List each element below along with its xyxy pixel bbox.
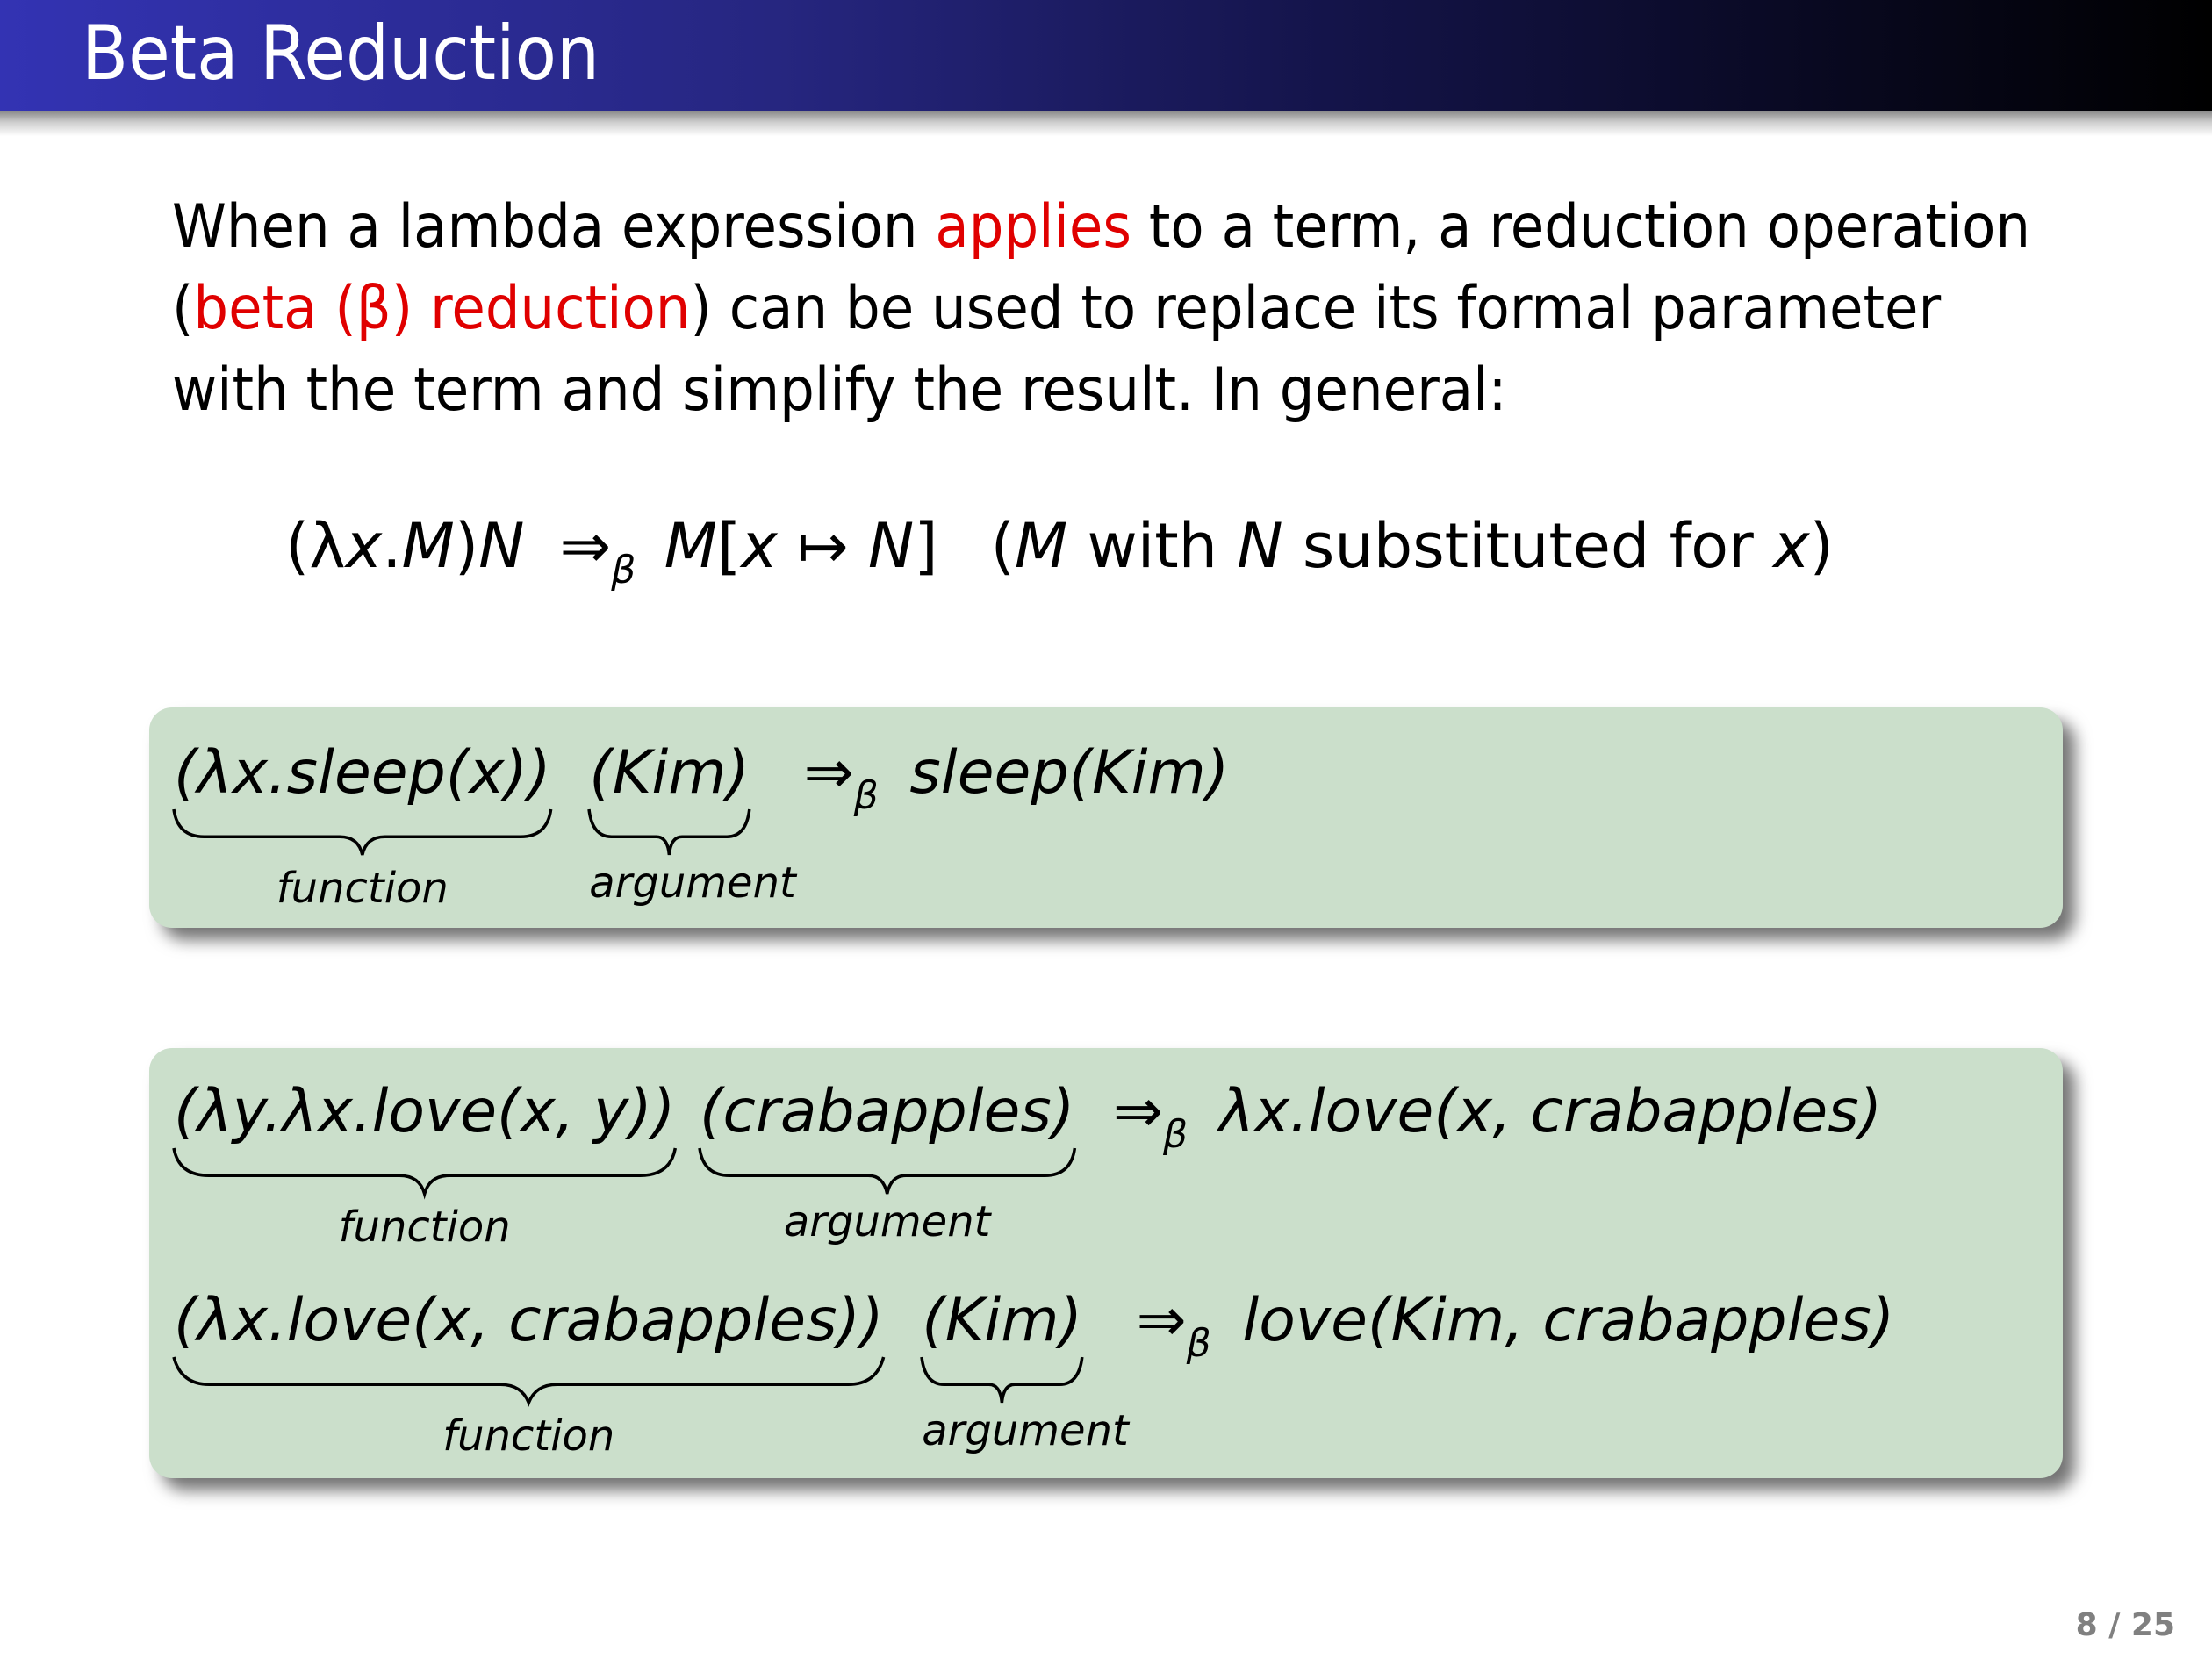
beta-arrow-icon: ⇒β <box>1136 1286 1211 1366</box>
argument-group: (Kim) argument <box>922 1282 1129 1455</box>
highlight-applies: applies <box>935 192 1132 262</box>
function-expression: (λx.sleep(x)) <box>174 738 551 808</box>
function-expression: (λx.love(x, crabapples)) <box>174 1286 884 1355</box>
function-label: function <box>338 1203 511 1252</box>
formula-part: ] <box>914 510 938 582</box>
function-label: function <box>276 864 449 913</box>
beta-subscript: β <box>611 548 636 592</box>
formula-gloss: ) <box>1809 510 1834 582</box>
formula-var: M <box>401 510 455 582</box>
intro-text: ( <box>172 274 194 343</box>
formula-var: M <box>664 510 717 582</box>
intro-line-1: When a lambda expression applies to a te… <box>172 186 2030 268</box>
function-label: function <box>442 1411 615 1461</box>
formula-var: M <box>1014 510 1068 582</box>
intro-paragraph: When a lambda expression applies to a te… <box>172 186 2086 431</box>
arrow-glyph: ⇒ <box>1136 1286 1187 1355</box>
example-box-sleep: (λx.sleep(x)) function (Kim) argument ⇒β s… <box>149 707 2063 928</box>
underbrace-icon <box>174 809 551 855</box>
beta-arrow-icon: ⇒β <box>803 738 879 818</box>
argument-expression: (Kim) <box>922 1286 1083 1355</box>
arrow-glyph: ⇒ <box>803 738 854 808</box>
underbrace-icon <box>922 1357 1082 1403</box>
example-step: (λy.λx.love(x, y)) function (crabapples) a… <box>174 1073 1883 1252</box>
function-expression: (λy.λx.love(x, y)) <box>174 1077 676 1146</box>
underbrace-icon <box>589 809 750 855</box>
formula-var: x <box>741 510 778 582</box>
formula-var: x <box>345 510 383 582</box>
formula-part: ) <box>454 510 479 582</box>
formula-gloss: ( <box>990 510 1015 582</box>
slide-title: Beta Reduction <box>82 10 600 97</box>
result-expression: love(Kim, crabapples) <box>1242 1286 1895 1355</box>
function-group: (λx.sleep(x)) function <box>174 734 551 913</box>
argument-group: (Kim) argument <box>589 734 796 908</box>
argument-label: argument <box>589 858 796 908</box>
example-box-love: (λy.λx.love(x, y)) function (crabapples) a… <box>149 1048 2063 1478</box>
formula-var: N <box>478 510 525 582</box>
argument-label: argument <box>783 1197 991 1246</box>
argument-expression: (crabapples) <box>699 1077 1075 1146</box>
intro-line-2: (beta (β) reduction) can be used to repl… <box>172 268 1941 349</box>
formula-gloss: substituted for <box>1282 510 1774 582</box>
title-bar: Beta Reduction <box>0 0 2212 111</box>
result-expression: λx.love(x, crabapples) <box>1218 1077 1883 1146</box>
example-step: (λx.sleep(x)) function (Kim) argument ⇒β s… <box>174 734 1230 913</box>
formula-var: x <box>1773 510 1810 582</box>
formula-part: . <box>382 510 402 582</box>
formula-part: (λ <box>285 510 346 582</box>
formula-part: [ <box>716 510 742 582</box>
underbrace-icon <box>174 1148 675 1194</box>
beta-subscript: β <box>853 773 879 818</box>
underbrace-icon <box>174 1357 884 1403</box>
formula-var: N <box>867 510 915 582</box>
underbrace-icon <box>700 1148 1074 1194</box>
beta-arrow-icon: ⇒β <box>559 510 636 592</box>
arrow-glyph: ⇒ <box>1112 1077 1163 1146</box>
page-counter: 8 / 25 <box>2075 1607 2175 1643</box>
intro-text: to a term, a reduction operation <box>1131 192 2031 262</box>
formula-var: N <box>1237 510 1283 582</box>
function-group: (λx.love(x, crabapples)) function <box>174 1282 884 1461</box>
maps-to-icon: ↦ <box>777 510 868 582</box>
result-expression: sleep(Kim) <box>909 738 1230 808</box>
example-step: (λx.love(x, crabapples)) function (Kim) ar… <box>174 1282 1895 1461</box>
formula-gloss: with <box>1067 510 1238 582</box>
intro-line-3: with the term and simplify the result. I… <box>172 356 1507 425</box>
function-group: (λy.λx.love(x, y)) function <box>174 1073 676 1252</box>
argument-group: (crabapples) argument <box>699 1073 1075 1246</box>
beta-subscript: β <box>1162 1112 1189 1157</box>
general-formula: (λx.M)N ⇒β M[x ↦ N] (M with N substituted … <box>285 502 1834 614</box>
beta-subscript: β <box>1186 1321 1211 1366</box>
highlight-beta-reduction: beta (β) reduction <box>193 274 691 343</box>
intro-text: When a lambda expression <box>172 192 936 262</box>
intro-text: ) can be used to replace its formal para… <box>690 274 1942 343</box>
title-bar-shadow <box>0 111 2212 136</box>
beta-arrow-icon: ⇒β <box>1112 1077 1188 1157</box>
argument-label: argument <box>922 1406 1129 1455</box>
arrow-glyph: ⇒ <box>559 510 612 582</box>
argument-expression: (Kim) <box>589 738 750 808</box>
